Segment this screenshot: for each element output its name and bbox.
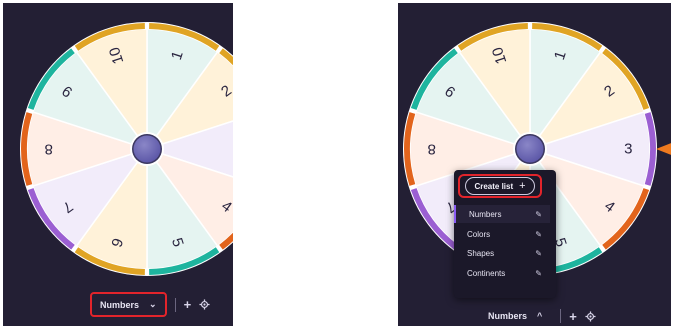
wheel-slice-label: 8: [45, 141, 53, 158]
menu-item-label: Shapes: [467, 248, 495, 258]
list-selector-label: Numbers: [488, 311, 528, 321]
plus-icon: +: [519, 180, 526, 192]
create-list-label: Create list: [474, 181, 514, 191]
list-menu: Create list + Numbers ✎ Colors ✎ Shapes …: [454, 170, 556, 298]
pointer-arrow-icon: [656, 143, 671, 155]
add-icon[interactable]: +: [569, 310, 577, 323]
menu-item-continents[interactable]: Continents ✎: [454, 264, 550, 282]
chevron-down-icon: ⌄: [149, 299, 157, 309]
spinner-wheel[interactable]: 12345678910: [3, 3, 233, 326]
toolbar-divider: [560, 309, 562, 323]
pencil-icon[interactable]: ✎: [535, 210, 542, 219]
hub-center[interactable]: [516, 135, 544, 163]
hub-center[interactable]: [133, 135, 161, 163]
menu-item-label: Numbers: [469, 209, 502, 219]
wheel-slice-label: 3: [624, 141, 632, 158]
menu-item-colors[interactable]: Colors ✎: [454, 225, 550, 243]
menu-item-label: Colors: [467, 229, 491, 239]
create-list-button[interactable]: Create list +: [465, 177, 535, 195]
bottom-toolbar: Numbers ^ +: [478, 304, 596, 326]
left-panel: 12345678910 Numbers ⌄ +: [3, 3, 233, 326]
menu-item-shapes[interactable]: Shapes ✎: [454, 244, 550, 262]
menu-item-numbers[interactable]: Numbers ✎: [454, 205, 550, 223]
create-list-highlight: Create list +: [458, 174, 542, 198]
right-panel: 12345678910 Create list + Numbers ✎ Colo…: [398, 3, 671, 326]
gear-icon[interactable]: [199, 299, 210, 310]
pencil-icon[interactable]: ✎: [535, 249, 542, 258]
menu-item-label: Continents: [467, 268, 506, 278]
pencil-icon[interactable]: ✎: [535, 269, 542, 278]
bottom-toolbar: Numbers ⌄ +: [90, 292, 210, 317]
list-selector-label: Numbers: [100, 299, 140, 310]
gear-icon[interactable]: [585, 310, 596, 322]
toolbar-divider: [174, 297, 176, 312]
wheel-slice-label: 8: [428, 141, 436, 158]
pencil-icon[interactable]: ✎: [535, 230, 542, 239]
list-selector-button[interactable]: Numbers ^: [478, 304, 552, 326]
add-icon[interactable]: +: [184, 298, 192, 311]
list-selector-button[interactable]: Numbers ⌄: [90, 292, 167, 317]
chevron-up-icon: ^: [537, 311, 543, 321]
